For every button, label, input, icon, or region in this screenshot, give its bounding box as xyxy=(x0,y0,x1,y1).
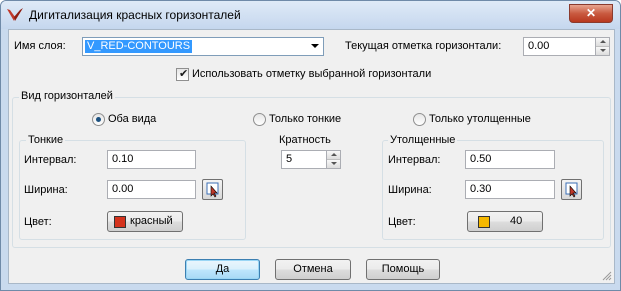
thick-width-pick-button[interactable] xyxy=(561,179,582,200)
multiplicity-input[interactable]: 5 xyxy=(281,150,327,169)
spin-down-button[interactable] xyxy=(327,160,340,168)
arrow-up-icon xyxy=(331,153,337,156)
close-icon: ✕ xyxy=(585,6,597,20)
thin-color-label: Цвет: xyxy=(24,216,52,228)
layer-label: Имя слоя: xyxy=(14,40,66,52)
radio-selected-icon xyxy=(96,117,101,122)
radio-both[interactable] xyxy=(92,113,105,126)
app-logo-icon xyxy=(7,8,23,21)
contour-view-title: Вид горизонталей xyxy=(19,90,115,102)
cancel-button[interactable]: Отмена xyxy=(275,259,351,280)
multiplicity-label: Кратность xyxy=(279,134,331,146)
arrow-down-icon xyxy=(600,49,606,52)
arrow-down-icon xyxy=(331,162,337,165)
thin-group-title: Тонкие xyxy=(26,134,66,146)
multiplicity-spinner[interactable] xyxy=(326,150,341,169)
thick-width-label: Ширина: xyxy=(388,184,432,196)
close-button[interactable]: ✕ xyxy=(569,4,613,23)
arrow-up-icon xyxy=(600,40,606,43)
thin-interval-label: Интервал: xyxy=(24,154,77,166)
thick-width-input[interactable]: 0.30 xyxy=(465,180,555,199)
thin-color-button[interactable]: красный xyxy=(107,211,183,232)
ok-button[interactable]: Да xyxy=(185,259,260,280)
radio-both-label: Оба вида xyxy=(108,113,157,125)
color-swatch xyxy=(114,216,126,228)
thin-width-pick-button[interactable] xyxy=(202,179,223,200)
radio-thick-only-label: Только утолщенные xyxy=(429,113,531,125)
thick-color-button[interactable]: 40 xyxy=(467,211,543,232)
radio-thin-only-label: Только тонкие xyxy=(269,113,342,125)
cursor-pick-icon xyxy=(206,182,219,198)
spin-up-button[interactable] xyxy=(596,38,609,47)
dialog-window: Дигитализация красных горизонталей ✕ Имя… xyxy=(0,0,621,291)
thin-interval-input[interactable]: 0.10 xyxy=(107,150,196,169)
thick-group-title: Утолщенные xyxy=(388,134,458,146)
current-elevation-label: Текущая отметка горизонтали: xyxy=(345,40,502,52)
thick-color-label: Цвет: xyxy=(388,216,416,228)
help-button[interactable]: Помощь xyxy=(366,259,440,280)
radio-thick-only[interactable] xyxy=(413,113,426,126)
checkmark-icon: ✔ xyxy=(179,68,189,80)
chevron-down-icon[interactable] xyxy=(311,44,319,48)
thin-color-name: красный xyxy=(130,215,173,227)
thick-color-name: 40 xyxy=(510,215,523,227)
cursor-pick-icon xyxy=(565,182,578,198)
dialog-body: Имя слоя: V_RED-CONTOURS Текущая отметка… xyxy=(8,29,615,284)
current-elevation-input[interactable]: 0.00 xyxy=(523,37,596,56)
thin-width-label: Ширина: xyxy=(24,184,68,196)
thick-interval-label: Интервал: xyxy=(388,154,441,166)
thin-width-input[interactable]: 0.00 xyxy=(107,180,196,199)
window-title: Дигитализация красных горизонталей xyxy=(29,8,241,22)
layer-combo[interactable]: V_RED-CONTOURS xyxy=(82,37,324,56)
spin-up-button[interactable] xyxy=(327,151,340,160)
color-swatch xyxy=(478,216,490,228)
title-bar[interactable]: Дигитализация красных горизонталей ✕ xyxy=(1,1,620,29)
resize-grip-icon[interactable] xyxy=(602,271,612,281)
thick-interval-input[interactable]: 0.50 xyxy=(465,150,555,169)
current-elevation-spinner[interactable] xyxy=(595,37,610,56)
radio-thin-only[interactable] xyxy=(253,113,266,126)
use-selected-label: Использовать отметку выбранной горизонта… xyxy=(192,68,432,80)
use-selected-checkbox[interactable]: ✔ xyxy=(176,68,189,81)
spin-down-button[interactable] xyxy=(596,47,609,55)
layer-value: V_RED-CONTOURS xyxy=(85,40,193,53)
